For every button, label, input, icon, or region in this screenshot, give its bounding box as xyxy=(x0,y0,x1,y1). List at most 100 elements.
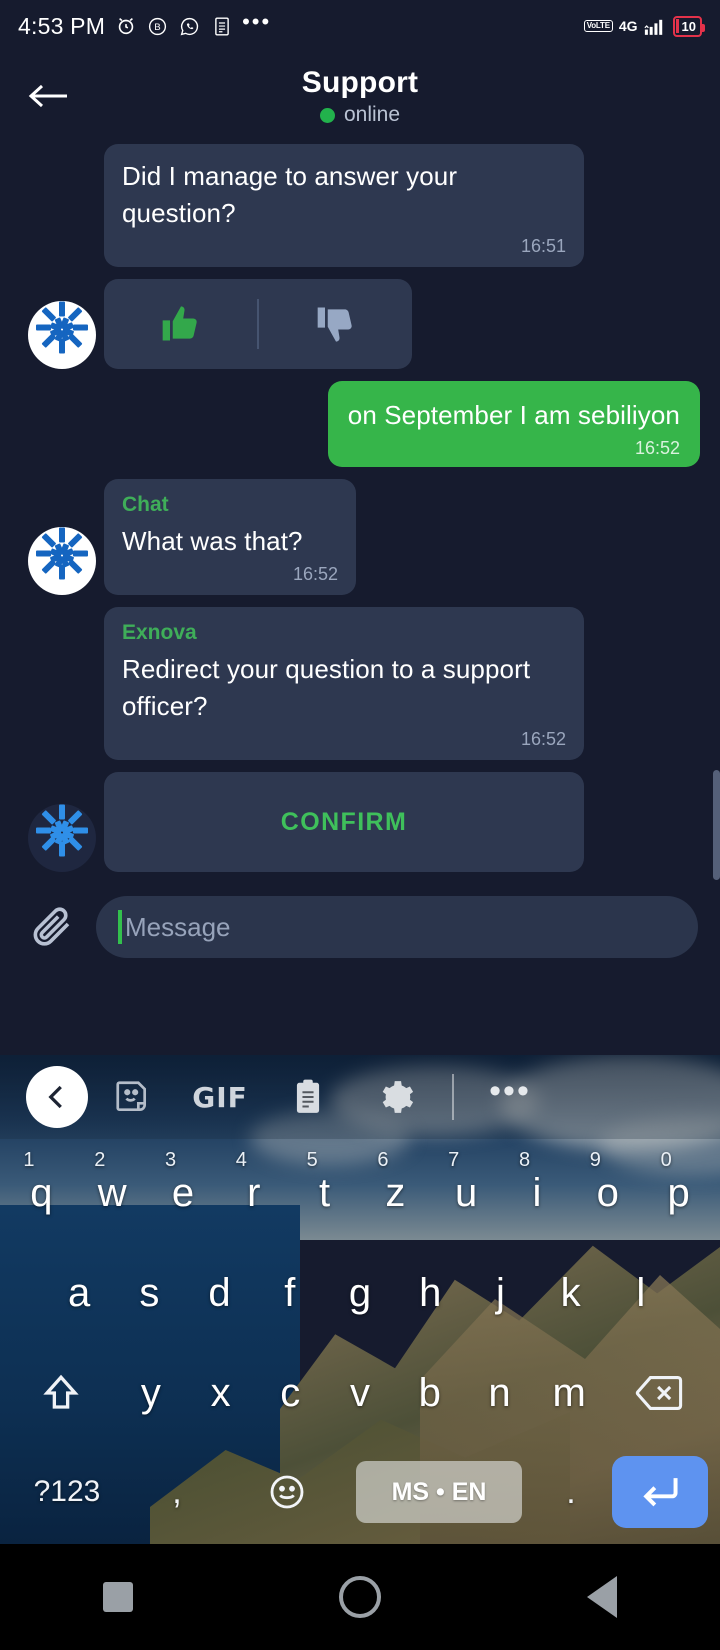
status-bar-left: 4:53 PM B ••• xyxy=(18,11,271,40)
system-back-button[interactable] xyxy=(587,1576,617,1618)
symbols-key[interactable]: ?123 xyxy=(12,1443,122,1541)
key-p[interactable]: 0p xyxy=(643,1143,714,1243)
message-text: What was that? xyxy=(122,526,303,556)
key-n[interactable]: n xyxy=(465,1371,535,1416)
keyboard-keys[interactable]: 1q2w3e4r5t6z7u8i9o0p asdfghjkl yxcvbnm ?… xyxy=(0,1139,720,1541)
emoji-key[interactable] xyxy=(232,1443,342,1541)
scrollbar[interactable] xyxy=(713,770,720,880)
key-x[interactable]: x xyxy=(186,1371,256,1416)
key-e[interactable]: 3e xyxy=(148,1143,219,1243)
key-label: z xyxy=(385,1170,406,1215)
key-label: f xyxy=(284,1270,296,1315)
thumbs-up-button[interactable] xyxy=(104,279,257,369)
symbols-key-label: ?123 xyxy=(33,1475,101,1508)
backspace-icon xyxy=(635,1376,683,1410)
status-time: 4:53 PM xyxy=(18,12,106,39)
key-u[interactable]: 7u xyxy=(431,1143,502,1243)
keyboard-row-1[interactable]: 1q2w3e4r5t6z7u8i9o0p xyxy=(0,1143,720,1243)
recents-button[interactable] xyxy=(103,1582,133,1612)
toolbar-divider xyxy=(452,1074,454,1120)
whatsapp-icon xyxy=(178,15,201,38)
key-d[interactable]: d xyxy=(184,1243,254,1343)
virtual-keyboard[interactable]: GIF ••• 1q2w3e4r5t6z7u8i9o0p asdfghjkl y… xyxy=(0,1055,720,1544)
key-s[interactable]: s xyxy=(114,1243,184,1343)
key-number-hint: 0 xyxy=(660,1149,672,1171)
key-r[interactable]: 4r xyxy=(218,1143,289,1243)
avatar xyxy=(28,301,96,369)
enter-key[interactable] xyxy=(612,1456,708,1528)
battery-icon: 10 xyxy=(672,15,706,37)
keyboard-overflow-button[interactable]: ••• xyxy=(466,1066,554,1128)
key-label: i xyxy=(532,1170,542,1215)
key-l[interactable]: l xyxy=(606,1243,676,1343)
key-h[interactable]: h xyxy=(395,1243,465,1343)
key-number-hint: 2 xyxy=(94,1149,106,1171)
message-list[interactable]: Did I manage to answer your question? 16… xyxy=(0,140,720,872)
key-t[interactable]: 5t xyxy=(289,1143,360,1243)
shift-key[interactable] xyxy=(6,1343,116,1443)
android-nav-bar[interactable] xyxy=(0,1544,720,1650)
key-o[interactable]: 9o xyxy=(572,1143,643,1243)
settings-button[interactable] xyxy=(352,1066,440,1128)
message-placeholder: Message xyxy=(125,911,231,942)
keyboard-row-3[interactable]: y x c v b nm xyxy=(0,1343,720,1443)
sticker-button[interactable] xyxy=(88,1066,176,1128)
b-badge-icon: B xyxy=(146,15,169,38)
message-bubble[interactable]: Did I manage to answer your question? 16… xyxy=(104,144,584,267)
key-g[interactable]: g xyxy=(325,1243,395,1343)
key-f[interactable]: f xyxy=(255,1243,325,1343)
key-number-hint: 1 xyxy=(23,1149,35,1171)
alarm-icon xyxy=(114,15,137,38)
avatar-dash xyxy=(67,809,83,825)
key-w[interactable]: 2w xyxy=(77,1143,148,1243)
confirm-button[interactable]: CONFIRM xyxy=(104,772,584,872)
message-sender: Exnova xyxy=(122,621,197,644)
key-k[interactable]: k xyxy=(536,1243,606,1343)
message-input[interactable]: Message xyxy=(96,896,698,958)
key-m[interactable]: m xyxy=(534,1371,604,1416)
gif-button[interactable]: GIF xyxy=(176,1066,264,1128)
message-bubble-outgoing[interactable]: on September I am sebiliyon 16:52 xyxy=(327,381,700,467)
key-v[interactable]: v xyxy=(325,1371,395,1416)
key-label: g xyxy=(348,1270,372,1315)
key-j[interactable]: j xyxy=(465,1243,535,1343)
battery-level-label: 10 xyxy=(681,18,696,34)
rating-bar[interactable] xyxy=(104,279,412,369)
keyboard-toolbar[interactable]: GIF ••• xyxy=(0,1055,720,1139)
key-y[interactable]: y xyxy=(116,1371,186,1416)
message-text: Did I manage to answer your question? xyxy=(122,161,458,228)
avatar-dash xyxy=(67,306,83,322)
key-number-hint: 4 xyxy=(235,1149,247,1171)
message-time: 16:51 xyxy=(520,236,566,256)
document-icon xyxy=(210,15,233,38)
key-label: q xyxy=(30,1170,53,1215)
period-key[interactable]: . xyxy=(536,1443,606,1541)
comma-key-label: , xyxy=(172,1472,182,1511)
message-bubble[interactable]: Chat What was that? 16:52 xyxy=(104,479,356,595)
comma-key[interactable]: , xyxy=(122,1443,232,1541)
key-z[interactable]: 6z xyxy=(360,1143,431,1243)
keyboard-row-2[interactable]: asdf ghjkl xyxy=(0,1243,720,1343)
status-label: online xyxy=(343,103,401,126)
key-i[interactable]: 8i xyxy=(502,1143,573,1243)
attach-button[interactable] xyxy=(22,897,82,957)
avatar-dash xyxy=(73,550,88,557)
key-c[interactable]: c xyxy=(255,1371,325,1416)
keyboard-row-4[interactable]: ?123 , MS • EN . xyxy=(0,1443,720,1541)
thumbs-down-button[interactable] xyxy=(259,279,412,369)
thumbs-up-icon xyxy=(162,306,197,341)
backspace-key[interactable] xyxy=(604,1343,714,1443)
keyboard-back-button[interactable] xyxy=(26,1066,88,1128)
key-label: k xyxy=(560,1270,581,1315)
key-b[interactable]: b xyxy=(395,1371,465,1416)
message-row-incoming: Exnova Redirect your question to a suppo… xyxy=(0,607,720,760)
key-a[interactable]: a xyxy=(44,1243,114,1343)
clipboard-button[interactable] xyxy=(264,1066,352,1128)
home-button[interactable] xyxy=(339,1576,381,1618)
space-key[interactable]: MS • EN xyxy=(356,1461,522,1523)
key-q[interactable]: 1q xyxy=(6,1143,77,1243)
message-time: 16:52 xyxy=(292,564,338,584)
back-button[interactable] xyxy=(20,68,76,124)
message-bubble[interactable]: Exnova Redirect your question to a suppo… xyxy=(104,607,584,760)
avatar-dash xyxy=(67,333,83,349)
